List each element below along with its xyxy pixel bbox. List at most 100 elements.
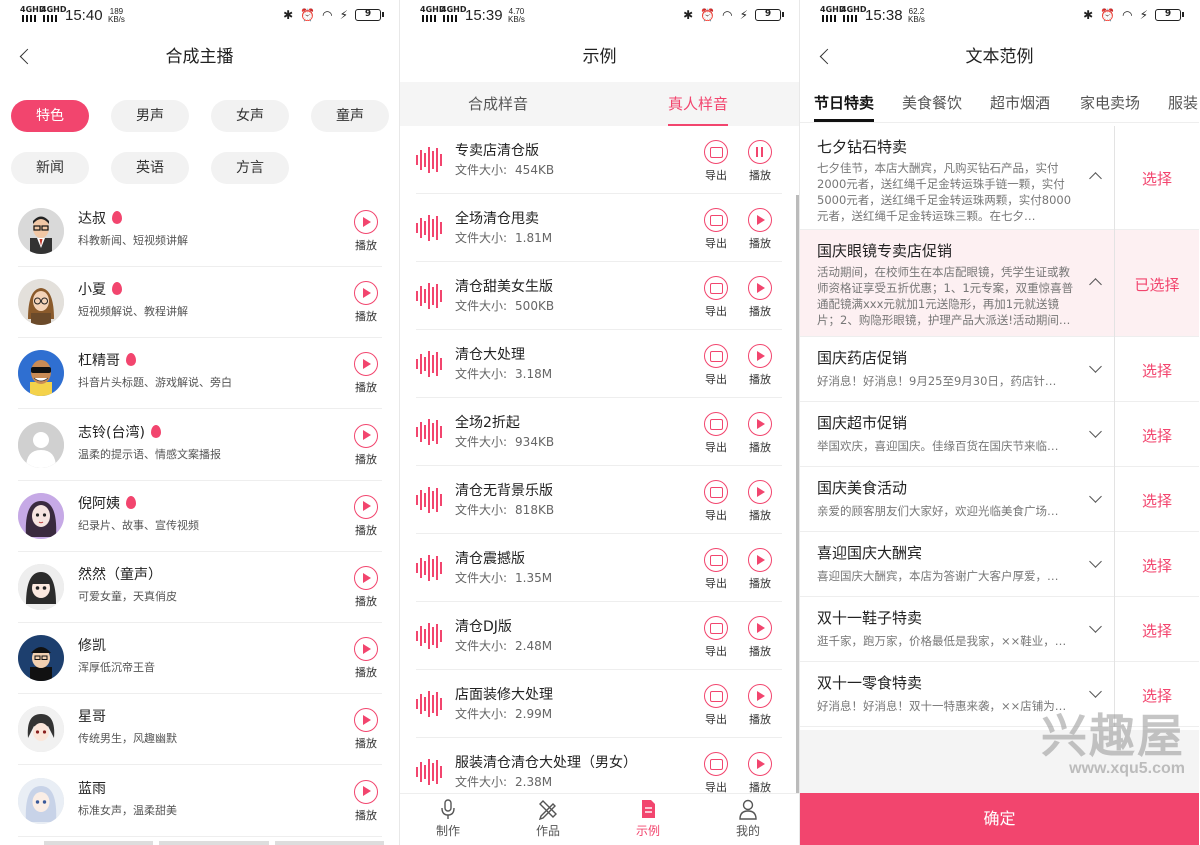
nav-item[interactable]: 制作 (418, 798, 478, 839)
sample-list-item[interactable]: 清仓DJ版 文件大小: 2.48M 导出 播放 (416, 602, 782, 670)
category-tab[interactable]: 家电卖场 (1080, 92, 1140, 113)
voice-list-item[interactable]: 蓝雨 标准女声，温柔甜美 播放 (18, 766, 382, 837)
export-button[interactable]: 导出 (702, 208, 730, 251)
play-button[interactable]: 播放 (352, 494, 380, 538)
sample-list-item[interactable]: 清仓无背景乐版 文件大小: 818KB 导出 播放 (416, 466, 782, 534)
filter-chip[interactable]: 特色 (11, 100, 89, 132)
sample-list-item[interactable]: 全场2折起 文件大小: 934KB 导出 播放 (416, 398, 782, 466)
play-button[interactable]: 播放 (352, 637, 380, 680)
category-tab[interactable]: 服装 (1168, 92, 1198, 113)
template-list-item[interactable]: 国庆超市促销 举国欢庆，喜迎国庆。佳缘百货在国庆节来临… 选择 (800, 402, 1199, 467)
category-tab[interactable]: 超市烟酒 (990, 92, 1050, 113)
play-button[interactable]: 播放 (352, 566, 380, 609)
template-list-item[interactable]: 国庆药店促销 好消息！好消息！9月25至9月30日，药店针… 选择 (800, 337, 1199, 402)
sample-list-item[interactable]: 清仓大处理 文件大小: 3.18M 导出 播放 (416, 330, 782, 398)
voice-list-item[interactable]: 修凯 浑厚低沉帝王音 播放 (18, 623, 382, 695)
voice-list-item[interactable]: 志铃(台湾) 温柔的提示语、情感文案播报 播放 (18, 410, 382, 481)
play-button[interactable]: 播放 (746, 480, 774, 523)
nav-item[interactable]: 示例 (618, 798, 678, 839)
chevron-up-icon[interactable] (1089, 276, 1103, 290)
export-button[interactable]: 导出 (702, 276, 730, 319)
export-button[interactable]: 导出 (702, 616, 730, 659)
back-arrow-icon[interactable] (16, 47, 36, 67)
export-button[interactable]: 导出 (702, 548, 730, 591)
pause-button[interactable]: 播放 (746, 140, 774, 183)
export-icon (704, 480, 728, 504)
play-button[interactable]: 播放 (746, 412, 774, 455)
chevron-down-icon[interactable] (1089, 362, 1103, 376)
sample-list-item[interactable]: 专卖店清仓版 文件大小: 454KB 导出 播放 (416, 126, 782, 194)
voice-description: 标准女声，温柔甜美 (78, 803, 177, 817)
filter-chip[interactable]: 童声 (311, 100, 389, 132)
sample-list-item[interactable]: 全场清仓甩卖 文件大小: 1.81M 导出 播放 (416, 194, 782, 262)
size-label: 文件大小: (455, 367, 508, 381)
filter-chip[interactable]: 新闻 (11, 152, 89, 184)
play-button[interactable]: 播放 (746, 208, 774, 251)
tab-real-samples[interactable]: 真人样音 (668, 82, 729, 126)
template-list-item[interactable]: 国庆眼镜专卖店促销 活动期间，在校师生在本店配眼镜，凭学生证或教师资格证享受五折优… (800, 230, 1199, 337)
voice-list-item[interactable]: 星哥 传统男生，风趣幽默 播放 (18, 694, 382, 766)
nav-item[interactable]: 我的 (718, 798, 778, 839)
play-button[interactable]: 播放 (352, 210, 380, 253)
select-button[interactable]: 选择 (1115, 425, 1199, 446)
chevron-down-icon[interactable] (1089, 557, 1103, 571)
chevron-down-icon[interactable] (1089, 427, 1103, 441)
chevron-up-icon[interactable] (1089, 170, 1103, 184)
sample-list-item[interactable]: 清仓震撼版 文件大小: 1.35M 导出 播放 (416, 534, 782, 602)
play-button[interactable]: 播放 (746, 276, 774, 319)
size-label: 文件大小: (455, 163, 508, 177)
chevron-down-icon[interactable] (1089, 492, 1103, 506)
select-button[interactable]: 选择 (1115, 360, 1199, 381)
voice-list-item[interactable]: 达叔 科教新闻、短视频讲解 播放 (18, 196, 382, 267)
template-list-item[interactable]: 喜迎国庆大酬宾 喜迎国庆大酬宾，本店为答谢广大客户厚爱，… 选择 (800, 532, 1199, 597)
play-button[interactable]: 播放 (352, 708, 380, 751)
select-button[interactable]: 选择 (1115, 620, 1199, 641)
play-button[interactable]: 播放 (352, 423, 380, 467)
sample-list-item[interactable]: 店面装修大处理 文件大小: 2.99M 导出 播放 (416, 670, 782, 738)
play-icon (748, 412, 772, 436)
filter-chip[interactable]: 英语 (111, 152, 189, 184)
nav-item[interactable]: 作品 (518, 798, 578, 839)
template-list-item[interactable]: 七夕钻石特卖 七夕佳节，本店大酬宾，凡购买钻石产品，实付2000元者，送红绳千足金… (800, 126, 1199, 230)
play-button[interactable]: 播放 (746, 752, 774, 795)
confirm-button[interactable]: 确定 (800, 793, 1199, 845)
filter-chip[interactable]: 女声 (211, 100, 289, 132)
sample-list-item[interactable]: 清仓甜美女生版 文件大小: 500KB 导出 播放 (416, 262, 782, 330)
export-button[interactable]: 导出 (702, 684, 730, 727)
voice-list-item[interactable]: 杠精哥 抖音片头标题、游戏解说、旁白 播放 (18, 338, 382, 410)
export-button[interactable]: 导出 (702, 480, 730, 523)
export-button[interactable]: 导出 (702, 412, 730, 455)
play-button[interactable]: 播放 (746, 548, 774, 591)
size-label: 文件大小: (455, 503, 508, 517)
play-icon (354, 566, 378, 590)
template-list-item[interactable]: 国庆美食活动 亲爱的顾客朋友们大家好，欢迎光临美食广场… 选择 (800, 467, 1199, 532)
category-tab[interactable]: 节日特卖 (814, 92, 875, 122)
play-button[interactable]: 播放 (352, 281, 380, 324)
play-icon (748, 752, 772, 776)
tab-synth-samples[interactable]: 合成样音 (468, 82, 528, 126)
play-button[interactable]: 播放 (352, 779, 380, 823)
selected-button[interactable]: 已选择 (1115, 274, 1199, 295)
chevron-down-icon[interactable] (1089, 622, 1103, 636)
play-button[interactable]: 播放 (746, 616, 774, 659)
voice-list-item[interactable]: 倪阿姨 纪录片、故事、宣传视频 播放 (18, 481, 382, 552)
template-list-item[interactable]: 双十一鞋子特卖 逛千家，跑万家，价格最低是我家，××鞋业，… 选择 (800, 597, 1199, 662)
voice-list-item[interactable]: 然然（童声） 可爱女童，天真俏皮 播放 (18, 552, 382, 623)
export-button[interactable]: 导出 (702, 344, 730, 387)
sound-wave-icon (416, 690, 444, 718)
chevron-down-icon[interactable] (1089, 687, 1103, 701)
export-button[interactable]: 导出 (702, 140, 730, 183)
filter-chip[interactable]: 男声 (111, 100, 189, 132)
play-button[interactable]: 播放 (746, 684, 774, 727)
select-button[interactable]: 选择 (1115, 168, 1199, 189)
export-button[interactable]: 导出 (702, 752, 730, 795)
back-arrow-icon[interactable] (816, 47, 836, 67)
filter-chip[interactable]: 方言 (211, 152, 289, 184)
select-button[interactable]: 选择 (1115, 555, 1199, 576)
select-button[interactable]: 选择 (1115, 490, 1199, 511)
play-button[interactable]: 播放 (746, 344, 774, 387)
voice-list-item[interactable]: 小夏 短视频解说、教程讲解 播放 (18, 267, 382, 339)
play-button[interactable]: 播放 (352, 352, 380, 395)
size-label: 文件大小: (455, 775, 508, 789)
category-tab[interactable]: 美食餐饮 (902, 92, 962, 113)
